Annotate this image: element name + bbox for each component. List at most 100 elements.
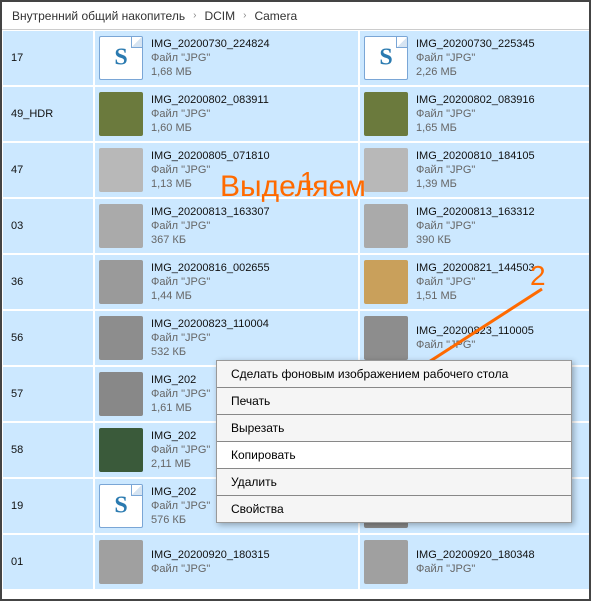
file-item[interactable]: 01 [2, 534, 94, 590]
file-size: 1,61 МБ [151, 401, 210, 415]
file-item[interactable]: 57 [2, 366, 94, 422]
file-label: 56 [7, 332, 23, 344]
photo-thumbnail [364, 148, 408, 192]
file-item[interactable]: IMG_20200810_184105Файл "JPG"1,39 МБ [359, 142, 589, 198]
file-type: Файл "JPG" [151, 387, 210, 401]
breadcrumb[interactable]: Внутренний общий накопитель › DCIM › Cam… [2, 2, 589, 30]
file-name: IMG_20200802_083911 [151, 93, 269, 107]
file-size: 576 КБ [151, 513, 210, 527]
file-item[interactable]: 49_HDR [2, 86, 94, 142]
file-type: Файл "JPG" [416, 51, 535, 65]
breadcrumb-part[interactable]: Camera [254, 9, 297, 23]
chevron-right-icon: › [243, 10, 246, 21]
file-name: IMG_20200730_225345 [416, 37, 535, 51]
photo-thumbnail [364, 92, 408, 136]
file-item[interactable]: IMG_20200823_110005Файл "JPG" [359, 310, 589, 366]
file-item[interactable]: 56 [2, 310, 94, 366]
file-item[interactable]: IMG_20200821_144503Файл "JPG"1,51 МБ [359, 254, 589, 310]
file-label: 57 [7, 388, 23, 400]
file-item[interactable]: IMG_20200730_225345Файл "JPG"2,26 МБ [359, 30, 589, 86]
file-type: Файл "JPG" [416, 562, 535, 576]
annotation-text-1: Выделяем [220, 170, 366, 204]
file-type: Файл "JPG" [151, 562, 270, 576]
file-item[interactable]: IMG_20200920_180348Файл "JPG" [359, 534, 589, 590]
ctx-delete[interactable]: Удалить [217, 469, 571, 496]
file-size: 1,39 МБ [416, 177, 535, 191]
file-name: IMG_20200802_083916 [416, 93, 535, 107]
ctx-print[interactable]: Печать [217, 388, 571, 415]
file-type: Файл "JPG" [416, 107, 535, 121]
photo-thumbnail [99, 204, 143, 248]
file-item[interactable]: 19 [2, 478, 94, 534]
photo-thumbnail [99, 316, 143, 360]
photo-thumbnail [99, 428, 143, 472]
file-item[interactable]: IMG_20200920_180315Файл "JPG" [94, 534, 359, 590]
photo-thumbnail [364, 260, 408, 304]
file-label: 17 [7, 52, 23, 64]
file-type: Файл "JPG" [151, 499, 210, 513]
file-item[interactable]: IMG_20200730_224824Файл "JPG"1,68 МБ [94, 30, 359, 86]
file-icon [99, 484, 143, 528]
file-name: IMG_20200823_110004 [151, 317, 269, 331]
file-icon [99, 36, 143, 80]
file-size: 390 КБ [416, 233, 535, 247]
file-name: IMG_20200805_071810 [151, 149, 270, 163]
photo-thumbnail [364, 316, 408, 360]
photo-thumbnail [99, 148, 143, 192]
file-name: IMG_20200730_224824 [151, 37, 270, 51]
context-menu: Сделать фоновым изображением рабочего ст… [216, 360, 572, 523]
file-type: Файл "JPG" [416, 163, 535, 177]
file-item[interactable]: 36 [2, 254, 94, 310]
breadcrumb-part[interactable]: Внутренний общий накопитель [12, 9, 185, 23]
file-type: Файл "JPG" [416, 338, 534, 352]
file-size: 2,11 МБ [151, 457, 210, 471]
file-type: Файл "JPG" [151, 107, 269, 121]
ctx-cut[interactable]: Вырезать [217, 415, 571, 442]
file-type: Файл "JPG" [151, 51, 270, 65]
file-size: 367 КБ [151, 233, 270, 247]
file-name: IMG_20200813_163312 [416, 205, 535, 219]
file-item[interactable]: 17 [2, 30, 94, 86]
file-item[interactable]: 47 [2, 142, 94, 198]
file-item[interactable]: IMG_20200823_110004Файл "JPG"532 КБ [94, 310, 359, 366]
breadcrumb-part[interactable]: DCIM [204, 9, 235, 23]
file-size: 1,65 МБ [416, 121, 535, 135]
ctx-set-wallpaper[interactable]: Сделать фоновым изображением рабочего ст… [217, 361, 571, 388]
ctx-copy[interactable]: Копировать [217, 442, 571, 469]
file-label: 49_HDR [7, 108, 53, 120]
file-icon [364, 36, 408, 80]
file-item[interactable]: IMG_20200813_163312Файл "JPG"390 КБ [359, 198, 589, 254]
file-item[interactable]: IMG_20200802_083911Файл "JPG"1,60 МБ [94, 86, 359, 142]
file-type: Файл "JPG" [416, 219, 535, 233]
ctx-properties[interactable]: Свойства [217, 496, 571, 522]
photo-thumbnail [364, 204, 408, 248]
file-name: IMG_202 [151, 373, 210, 387]
file-name: IMG_20200920_180315 [151, 548, 270, 562]
photo-thumbnail [99, 372, 143, 416]
file-label: 03 [7, 220, 23, 232]
file-label: 36 [7, 276, 23, 288]
photo-thumbnail [99, 260, 143, 304]
file-item[interactable]: IMG_20200802_083916Файл "JPG"1,65 МБ [359, 86, 589, 142]
chevron-right-icon: › [193, 10, 196, 21]
photo-thumbnail [99, 92, 143, 136]
file-label: 01 [7, 556, 23, 568]
file-type: Файл "JPG" [151, 219, 270, 233]
file-size: 1,44 МБ [151, 289, 270, 303]
file-name: IMG_20200821_144503 [416, 261, 535, 275]
file-name: IMG_20200816_002655 [151, 261, 270, 275]
file-type: Файл "JPG" [151, 331, 269, 345]
file-label: 19 [7, 500, 23, 512]
file-item[interactable]: 58 [2, 422, 94, 478]
file-label: 47 [7, 164, 23, 176]
photo-thumbnail [364, 540, 408, 584]
file-name: IMG_20200810_184105 [416, 149, 535, 163]
file-label: 58 [7, 444, 23, 456]
file-size: 1,68 МБ [151, 65, 270, 79]
file-size: 532 КБ [151, 345, 269, 359]
file-item[interactable]: IMG_20200816_002655Файл "JPG"1,44 МБ [94, 254, 359, 310]
file-item[interactable]: 03 [2, 198, 94, 254]
file-item[interactable]: IMG_20200813_163307Файл "JPG"367 КБ [94, 198, 359, 254]
file-name: IMG_20200920_180348 [416, 548, 535, 562]
photo-thumbnail [99, 540, 143, 584]
